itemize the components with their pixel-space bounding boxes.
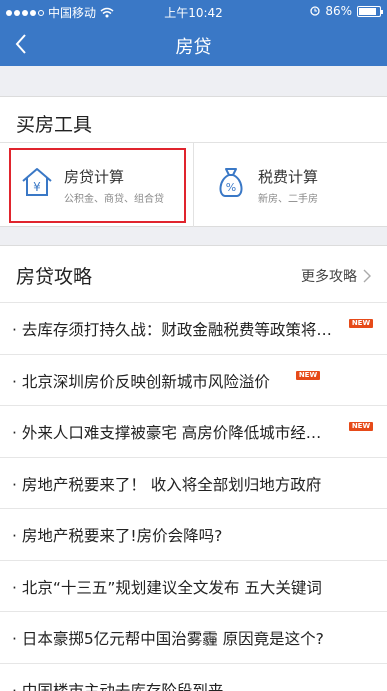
article-item[interactable]: · 房地产税要来了!房价会降吗?	[0, 508, 387, 560]
new-badge: NEW	[296, 370, 320, 380]
tool-subtitle: 公积金、商贷、组合贷	[64, 194, 164, 205]
money-bag-percent-icon: %	[219, 168, 243, 197]
article-item[interactable]: · 外来人口难支撑被豪宅 高房价降低城市经… NEW	[0, 405, 387, 457]
svg-text:%: %	[226, 181, 236, 194]
article-title: · 房地产税要来了!房价会降吗?	[12, 527, 223, 545]
strategy-panel: 房贷攻略 更多攻略 · 去库存须打持久战：财政金融税费等政策将… NEW · 北…	[0, 245, 387, 691]
article-title: · 中国楼市主动去库存阶段到来	[12, 681, 224, 691]
article-title: · 房地产税要来了！ 收入将全部划归地方政府	[12, 475, 322, 494]
article-title: · 日本豪掷5亿元帮中国治雾霾 原因竟是这个?	[12, 630, 324, 648]
more-label: 更多攻略	[301, 269, 357, 285]
article-item[interactable]: · 北京深圳房价反映创新城市风险溢价 NEW	[0, 353, 387, 406]
alarm-icon	[310, 6, 320, 16]
tool-name: 税费计算	[258, 168, 319, 186]
battery-percent: 86%	[325, 4, 352, 18]
tool-name: 房贷计算	[64, 168, 125, 186]
new-badge: NEW	[349, 422, 373, 431]
more-articles-link[interactable]: 更多攻略	[301, 266, 371, 286]
article-item[interactable]: · 中国楼市主动去库存阶段到来	[0, 662, 387, 691]
status-bar: 中国移动 上午10:42 86%	[0, 0, 387, 22]
nav-bar: 房贷	[0, 22, 387, 66]
house-yen-icon: ¥	[22, 168, 52, 196]
status-right: 86%	[310, 4, 383, 18]
page-title: 房贷	[175, 37, 212, 58]
chevron-right-icon	[363, 269, 371, 283]
article-title: · 去库存须打持久战：财政金融税费等政策将…	[12, 321, 332, 339]
tool-subtitle: 新房、二手房	[258, 194, 318, 205]
article-item[interactable]: · 日本豪掷5亿元帮中国治雾霾 原因竟是这个?	[0, 611, 387, 663]
article-title: · 外来人口难支撑被豪宅 高房价降低城市经…	[12, 424, 322, 442]
tools-panel: 买房工具 ¥ 房贷计算 公积金、商贷、组合贷 % 税费计算 新房、二手房	[0, 96, 387, 227]
article-item[interactable]: · 房地产税要来了！ 收入将全部划归地方政府	[0, 456, 387, 509]
tax-calculator-button[interactable]: % 税费计算 新房、二手房	[194, 143, 387, 227]
article-title: · 北京“十三五”规划建议全文发布 五大关键词	[12, 578, 322, 597]
article-item[interactable]: · 北京“十三五”规划建议全文发布 五大关键词	[0, 559, 387, 612]
article-item[interactable]: · 去库存须打持久战：财政金融税费等政策将… NEW	[0, 302, 387, 354]
strategy-section-title: 房贷攻略	[16, 266, 93, 288]
new-badge: NEW	[349, 319, 373, 328]
article-list: · 去库存须打持久战：财政金融税费等政策将… NEW · 北京深圳房价反映创新城…	[0, 302, 387, 691]
battery-icon	[357, 5, 383, 17]
svg-text:¥: ¥	[33, 180, 41, 194]
tools-section-title: 买房工具	[16, 114, 93, 136]
mortgage-calculator-button[interactable]: ¥ 房贷计算 公积金、商贷、组合贷	[0, 143, 193, 227]
